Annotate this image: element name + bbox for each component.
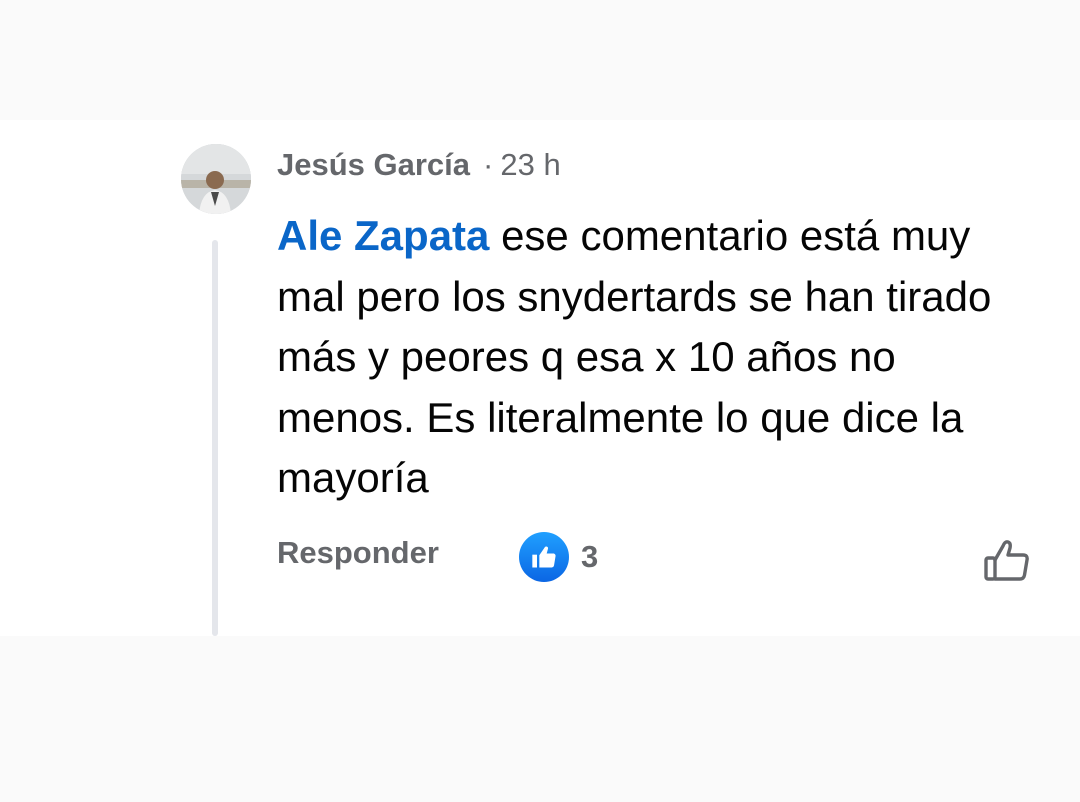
avatar[interactable] <box>181 144 251 214</box>
comment-card: Jesús García · 23 h Ale Zapata ese comen… <box>0 120 1080 636</box>
reply-button[interactable]: Responder <box>277 535 439 571</box>
separator-dot: · <box>483 147 494 182</box>
like-button[interactable] <box>980 532 1036 588</box>
thumbs-up-outline-icon <box>984 540 1029 581</box>
thread-line <box>212 240 218 636</box>
reaction-summary[interactable]: 3 <box>519 532 598 582</box>
reaction-count: 3 <box>581 539 599 574</box>
timestamp[interactable]: 23 h <box>500 147 560 183</box>
avatar-photo <box>181 144 251 214</box>
author-name[interactable]: Jesús García <box>277 147 470 183</box>
comment-body: Ale Zapata ese comentario está muy mal p… <box>277 206 1037 509</box>
like-reaction-icon <box>519 532 569 582</box>
mention-link[interactable]: Ale Zapata <box>277 212 489 259</box>
comment-header: Jesús García · 23 h <box>277 144 561 186</box>
